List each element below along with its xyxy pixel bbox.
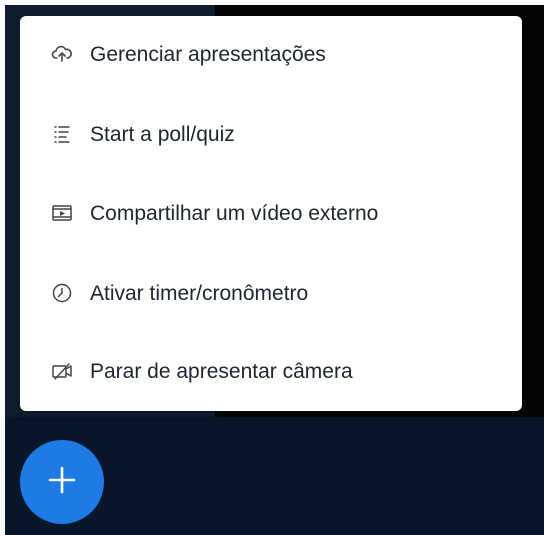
menu-item-manage-presentations[interactable]: Gerenciar apresentações [20, 19, 522, 89]
menu-item-label: Gerenciar apresentações [90, 42, 326, 66]
cloud-upload-icon [51, 43, 73, 65]
menu-item-timer[interactable]: Ativar timer/cronômetro [20, 258, 522, 328]
video-off-icon [51, 360, 73, 382]
menu-item-label: Parar de apresentar câmera [90, 359, 353, 383]
menu-item-start-poll[interactable]: Start a poll/quiz [20, 99, 522, 169]
menu-item-label: Compartilhar um vídeo externo [90, 201, 379, 225]
clock-icon [51, 282, 73, 304]
menu-item-label: Start a poll/quiz [90, 122, 235, 146]
actions-menu: Gerenciar apresentações Start a poll/qui… [20, 16, 522, 411]
menu-item-stop-camera[interactable]: Parar de apresentar câmera [20, 336, 522, 406]
actions-menu-button[interactable] [20, 440, 104, 524]
poll-list-icon [51, 123, 73, 145]
plus-icon [45, 463, 79, 502]
menu-item-label: Ativar timer/cronômetro [90, 281, 309, 305]
menu-item-share-video[interactable]: Compartilhar um vídeo externo [20, 178, 522, 248]
video-icon [51, 202, 73, 224]
screen: Gerenciar apresentações Start a poll/qui… [0, 0, 544, 535]
